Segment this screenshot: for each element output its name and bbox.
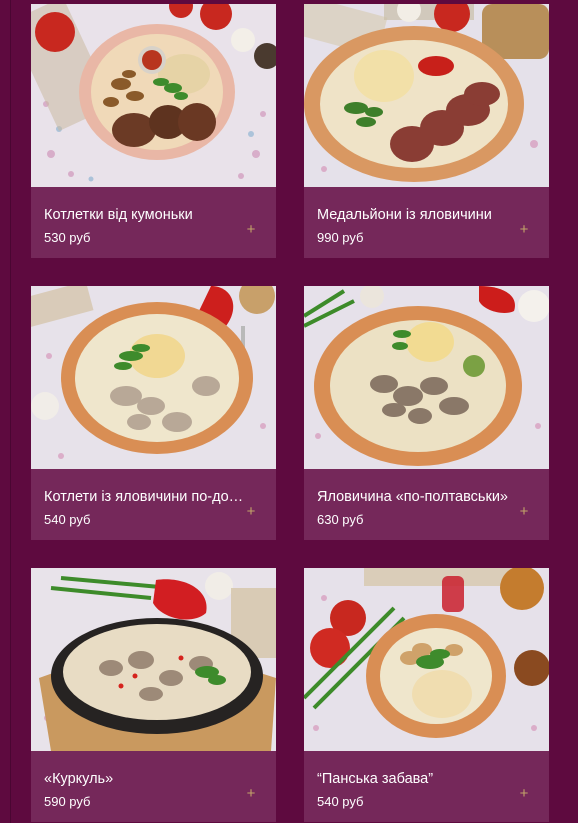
add-to-cart-plus-icon[interactable]: + (516, 786, 532, 802)
add-to-cart-plus-icon[interactable]: + (516, 504, 532, 520)
dish-photo[interactable] (31, 286, 276, 469)
add-to-cart-plus-icon[interactable]: + (516, 222, 532, 238)
dish-name[interactable]: Котлетки від кумоньки (44, 206, 244, 224)
menu-item-card[interactable]: “Панська забава” 540 руб + (304, 568, 549, 822)
dish-name[interactable]: «Куркуль» (44, 770, 244, 788)
dish-price: 990 руб (317, 230, 364, 245)
menu-item-card[interactable]: Котлетки від кумоньки 530 руб + (31, 4, 276, 258)
dish-name[interactable]: Медальйони із яловичини (317, 206, 517, 224)
dish-photo[interactable] (31, 4, 276, 187)
menu-item-card[interactable]: «Куркуль» 590 руб + (31, 568, 276, 822)
dish-price: 540 руб (44, 512, 91, 527)
menu-item-card[interactable]: Медальйони із яловичини 990 руб + (304, 4, 549, 258)
dish-photo[interactable] (304, 4, 549, 187)
menu-item-card[interactable]: Яловичина «по-полтавськи» 630 руб + (304, 286, 549, 540)
add-to-cart-plus-icon[interactable]: + (243, 222, 259, 238)
dish-photo[interactable] (304, 568, 549, 751)
dish-name[interactable]: Котлети із яловичини по-домашньому (44, 488, 244, 506)
menu-item-card[interactable]: Котлети із яловичини по-домашньому 540 р… (31, 286, 276, 540)
dish-price: 540 руб (317, 794, 364, 809)
add-to-cart-plus-icon[interactable]: + (243, 504, 259, 520)
dish-price: 630 руб (317, 512, 364, 527)
dish-price: 530 руб (44, 230, 91, 245)
page-edge-divider (10, 0, 11, 823)
dish-photo[interactable] (31, 568, 276, 751)
dish-photo[interactable] (304, 286, 549, 469)
dish-name[interactable]: “Панська забава” (317, 770, 517, 788)
add-to-cart-plus-icon[interactable]: + (243, 786, 259, 802)
dish-name[interactable]: Яловичина «по-полтавськи» (317, 488, 517, 506)
dish-price: 590 руб (44, 794, 91, 809)
